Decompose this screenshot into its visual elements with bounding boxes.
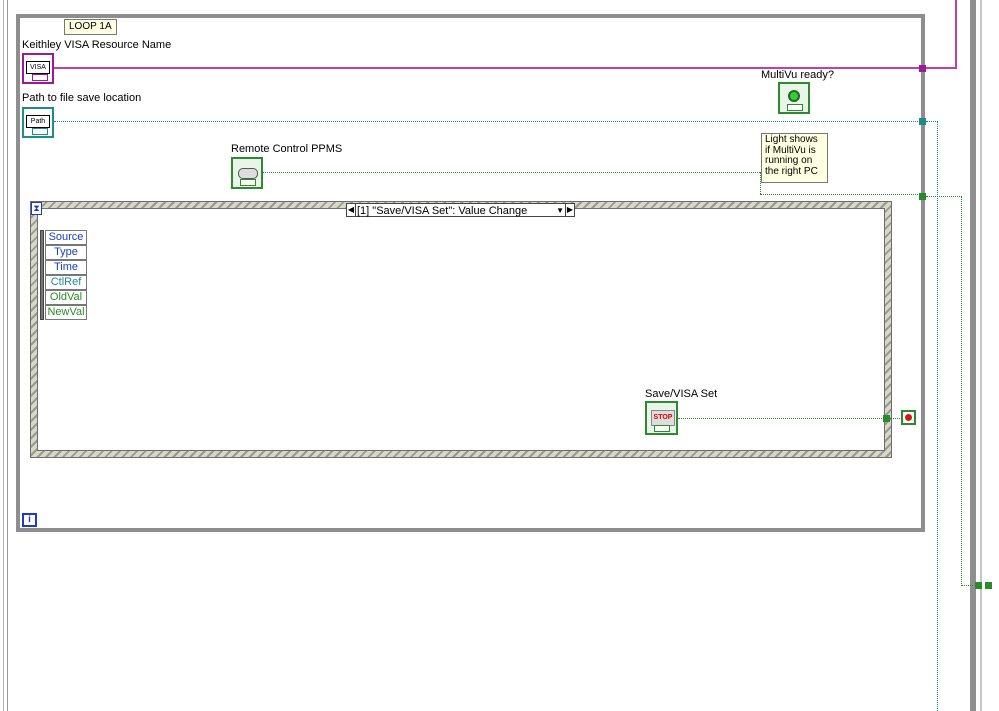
path-terminal-foot [32, 128, 48, 135]
outer-structure-left-border [0, 0, 8, 711]
case-dropdown-icon[interactable]: ▼ [556, 204, 564, 218]
iteration-terminal[interactable]: i [22, 513, 37, 527]
loop-stop-condition[interactable] [901, 410, 916, 425]
multivu-terminal-foot [787, 104, 803, 111]
save-visa-label[interactable]: Save/VISA Set [645, 388, 717, 400]
outer-structure-right-border [970, 0, 999, 711]
visa-wire-out[interactable] [922, 67, 956, 69]
stop-condition-icon [905, 414, 912, 421]
visa-tunnel[interactable] [919, 65, 926, 72]
led-icon [788, 90, 800, 102]
remote-wire-to-next[interactable] [961, 585, 973, 587]
case-prev-arrow-icon[interactable]: ◀ [347, 204, 356, 216]
path-wire[interactable] [54, 121, 920, 123]
save-visa-terminal-foot [654, 425, 670, 432]
remote-wire[interactable] [263, 172, 760, 174]
comment-note[interactable]: Light shows if MultiVu is running on the… [761, 133, 828, 183]
timeout-hourglass-icon[interactable]: ⧗ [31, 202, 42, 215]
path-tunnel[interactable] [919, 118, 926, 125]
remote-wire-to-tunnel[interactable] [760, 194, 920, 196]
save-visa-terminal[interactable]: STOP [645, 401, 678, 435]
path-terminal[interactable]: Path [22, 107, 54, 138]
event-data-source[interactable]: Source [45, 230, 87, 245]
path-wire-vertical[interactable] [937, 121, 939, 711]
remote-control-label[interactable]: Remote Control PPMS [231, 143, 342, 155]
stop-tunnel[interactable] [883, 415, 890, 422]
event-data-oldval[interactable]: OldVal [45, 290, 87, 305]
remote-tunnel-next[interactable] [975, 582, 982, 589]
remote-wire-vertical-out[interactable] [961, 196, 963, 586]
remote-tunnel-next-2[interactable] [985, 582, 992, 589]
stop-button-icon: STOP [651, 410, 675, 426]
event-structure-inner [37, 208, 885, 451]
visa-control-label[interactable]: Keithley VISA Resource Name [22, 39, 171, 51]
event-data-type[interactable]: Type [45, 245, 87, 260]
remote-terminal-foot [240, 179, 256, 186]
event-data-ctlref[interactable]: CtlRef [45, 275, 87, 290]
stop-wire[interactable] [678, 418, 884, 420]
right-structure-frame [970, 0, 976, 711]
visa-glyph: VISA [26, 61, 50, 74]
event-data-time[interactable]: Time [45, 260, 87, 275]
remote-wire-out[interactable] [926, 196, 962, 198]
right-structure-frame-inner [980, 0, 982, 711]
visa-resource-terminal[interactable]: VISA [22, 53, 54, 84]
remote-control-terminal[interactable] [231, 157, 263, 189]
toggle-switch-icon [238, 168, 258, 179]
event-case-label: [1] "Save/VISA Set": Value Change [357, 205, 528, 217]
event-case-selector[interactable]: ◀ [1] "Save/VISA Set": Value Change ▼ ▶ [346, 203, 575, 217]
loop-label: LOOP 1A [64, 19, 117, 35]
visa-terminal-foot [32, 74, 48, 81]
remote-wire-vertical[interactable] [760, 172, 762, 194]
case-next-arrow-icon[interactable]: ▶ [565, 204, 574, 216]
event-data-node-handle [40, 230, 44, 320]
path-glyph: Path [26, 115, 50, 128]
multivu-indicator-terminal[interactable] [778, 82, 810, 114]
path-control-label[interactable]: Path to file save location [22, 92, 141, 104]
visa-wire-vertical[interactable] [955, 0, 957, 69]
multivu-label[interactable]: MultiVu ready? [761, 69, 834, 81]
event-data-newval[interactable]: NewVal [45, 305, 87, 320]
remote-tunnel[interactable] [919, 193, 926, 200]
